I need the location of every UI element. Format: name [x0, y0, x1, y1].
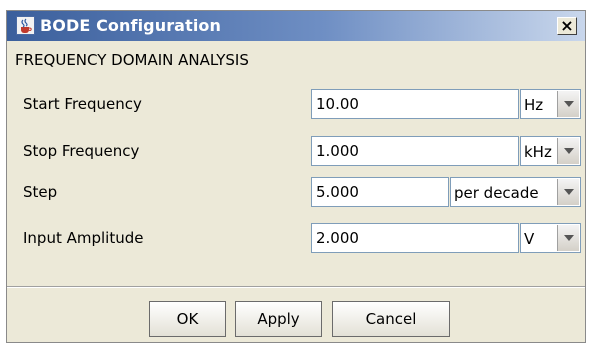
input-amplitude-row: Input Amplitude V	[7, 223, 585, 253]
start-frequency-input[interactable]	[311, 89, 519, 119]
input-amplitude-label: Input Amplitude	[23, 229, 144, 247]
step-input[interactable]	[311, 177, 449, 207]
chevron-down-icon[interactable]	[557, 225, 579, 251]
title-bar[interactable]: BODE Configuration ×	[7, 11, 585, 41]
step-label: Step	[23, 183, 58, 201]
input-amplitude-input[interactable]	[311, 223, 519, 253]
window-title: BODE Configuration	[40, 16, 221, 35]
start-frequency-unit-select[interactable]: Hz	[520, 89, 581, 119]
stop-frequency-label: Stop Frequency	[23, 142, 140, 160]
stop-frequency-row: Stop Frequency kHz	[7, 136, 585, 166]
chevron-down-icon[interactable]	[557, 138, 579, 164]
bode-configuration-dialog: BODE Configuration × FREQUENCY DOMAIN AN…	[6, 10, 586, 343]
apply-button[interactable]: Apply	[235, 301, 322, 337]
step-unit: per decade	[454, 184, 539, 202]
section-title: FREQUENCY DOMAIN ANALYSIS	[15, 51, 249, 69]
stop-frequency-unit: kHz	[524, 143, 552, 161]
close-button[interactable]: ×	[557, 17, 577, 35]
java-coffee-icon	[16, 16, 35, 35]
cancel-button[interactable]: Cancel	[332, 301, 450, 337]
start-frequency-row: Start Frequency Hz	[7, 89, 585, 119]
start-frequency-label: Start Frequency	[23, 95, 142, 113]
start-frequency-unit: Hz	[524, 96, 544, 114]
stop-frequency-input[interactable]	[311, 136, 519, 166]
step-unit-select[interactable]: per decade	[450, 177, 581, 207]
step-row: Step per decade	[7, 177, 585, 207]
close-icon: ×	[560, 16, 574, 35]
ok-button[interactable]: OK	[149, 301, 226, 337]
input-amplitude-unit: V	[524, 230, 535, 248]
chevron-down-icon[interactable]	[557, 91, 579, 117]
input-amplitude-unit-select[interactable]: V	[520, 223, 581, 253]
separator	[7, 286, 585, 288]
stop-frequency-unit-select[interactable]: kHz	[520, 136, 581, 166]
chevron-down-icon[interactable]	[557, 179, 579, 205]
